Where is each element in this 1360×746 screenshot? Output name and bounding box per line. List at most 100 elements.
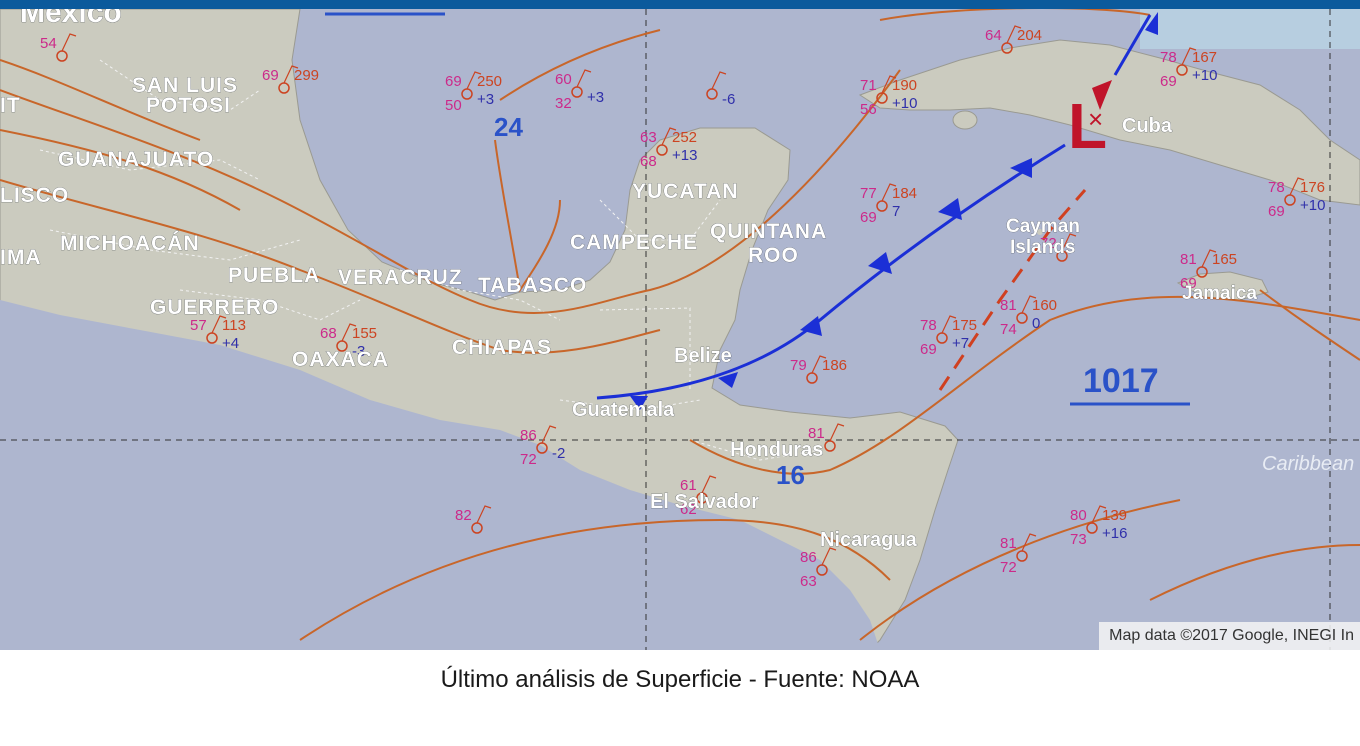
station-tendency: 0	[1032, 315, 1040, 332]
station-temperature: 71	[860, 77, 877, 94]
label-mexico: Mexico	[20, 9, 122, 29]
label-tabasco: TABASCO	[478, 274, 587, 297]
label-quintana: QUINTANA	[710, 220, 827, 243]
label-nicaragua: Nicaragua	[820, 529, 918, 551]
station-temperature: 60	[555, 71, 572, 88]
station-tendency: +4	[222, 335, 239, 352]
station-temperature: 77	[860, 185, 877, 202]
station-pressure: 250	[477, 73, 502, 90]
high-pressure-value: 1017	[1083, 362, 1159, 400]
surface-analysis-map[interactable]: L × 1017 24 16 54 69 299 60 32 +3 69 50 250 +3 -6 6…	[0, 9, 1360, 650]
isobar-label-24: 24	[494, 112, 523, 142]
label-islands: Islands	[1010, 237, 1075, 258]
station-temperature: 78	[1160, 49, 1177, 66]
label-guatemala: Guatemala	[572, 399, 675, 421]
station-temperature: 54	[40, 35, 57, 52]
label-chiapas: CHIAPAS	[452, 336, 552, 359]
station-pressure: 139	[1102, 507, 1127, 524]
label-roo: ROO	[748, 244, 799, 267]
station-tendency: +7	[952, 335, 969, 352]
label-el-salvador: El Salvador	[650, 491, 759, 513]
station-temperature: 81	[1000, 297, 1017, 314]
label-belize: Belize	[674, 345, 732, 367]
station-pressure: 190	[892, 77, 917, 94]
station-pressure: 113	[222, 317, 246, 334]
svg-text:×: ×	[1088, 104, 1103, 134]
station-tendency: +10	[892, 95, 917, 112]
label-campeche: CAMPECHE	[570, 231, 698, 254]
map-caption: Último análisis de Superficie - Fuente: …	[440, 666, 920, 693]
station-dewpoint: 72	[1000, 559, 1017, 576]
station-pressure: 186	[822, 357, 847, 374]
station-tendency: 7	[892, 203, 900, 220]
station-dewpoint: 50	[445, 97, 462, 114]
station-temperature: 63	[640, 129, 657, 146]
station-pressure: 252	[672, 129, 697, 146]
station-dewpoint: 63	[800, 573, 817, 590]
station-tendency: +3	[477, 91, 494, 108]
station-dewpoint: 69	[1160, 73, 1177, 90]
station-dewpoint: 69	[860, 209, 877, 226]
label-jalisco: LISCO	[0, 184, 69, 207]
station-dewpoint: 56	[860, 101, 877, 118]
station-pressure: 165	[1212, 251, 1237, 268]
station-dewpoint: 72	[520, 451, 537, 468]
map-canvas: L × 1017 24 16 5469 299 6032 +36950250+3 -66…	[0, 9, 1360, 650]
label-yucatan: YUCATAN	[632, 180, 739, 203]
label-oaxaca: OAXACA	[292, 348, 389, 371]
station-pressure: 299	[294, 67, 319, 84]
station-pressure: 204	[1017, 27, 1042, 44]
station-temperature: 78	[1268, 179, 1285, 196]
label-guanajuato: GUANAJUATO	[58, 148, 214, 171]
label-potosi: POTOSI	[146, 94, 231, 117]
station-pressure: 155	[352, 325, 377, 342]
station-pressure: 160	[1032, 297, 1057, 314]
station-tendency: -2	[552, 445, 565, 462]
station-pressure: 184	[892, 185, 917, 202]
station-tendency: -6	[722, 91, 735, 108]
label-honduras: Honduras	[730, 439, 823, 461]
label-cayman: Cayman	[1006, 216, 1080, 237]
station-temperature: 81	[1180, 251, 1197, 268]
label-jamaica: Jamaica	[1182, 283, 1257, 304]
station-temperature: 78	[920, 317, 937, 334]
station-dewpoint: 69	[1268, 203, 1285, 220]
label-veracruz: VERACRUZ	[338, 266, 463, 289]
station-temperature: 86	[520, 427, 537, 444]
station-temperature: 81	[1000, 535, 1017, 552]
station-dewpoint: 68	[640, 153, 657, 170]
station-tendency: +10	[1300, 197, 1325, 214]
land-isla-juventud	[952, 110, 978, 130]
station-temperature: 69	[262, 67, 279, 84]
station-dewpoint: 74	[1000, 321, 1017, 338]
low-pressure-marker: L ×	[1068, 80, 1112, 162]
station-temperature: 69	[445, 73, 462, 90]
label-it: IT	[0, 94, 21, 117]
station-tendency: +13	[672, 147, 697, 164]
label-michoacan: MICHOACÁN	[60, 232, 200, 255]
label-puebla: PUEBLA	[228, 264, 320, 287]
station-temperature: 86	[800, 549, 817, 566]
label-caribbean: Caribbean	[1262, 453, 1354, 475]
station-tendency: +16	[1102, 525, 1127, 542]
map-attribution[interactable]: Map data ©2017 Google, INEGI In	[1099, 622, 1360, 650]
station-dewpoint: 73	[1070, 531, 1087, 548]
station-temperature: 79	[790, 357, 807, 374]
label-colima: IMA	[0, 246, 42, 269]
top-bar	[0, 0, 1360, 9]
station-temperature: 80	[1070, 507, 1087, 524]
station-temperature: 57	[190, 317, 207, 334]
isobar-label-16: 16	[776, 460, 805, 490]
station-temperature: 68	[320, 325, 337, 342]
station-tendency: +3	[587, 89, 604, 106]
station-pressure: 167	[1192, 49, 1217, 66]
label-guerrero: GUERRERO	[150, 296, 279, 319]
shallow-sea	[1140, 9, 1360, 49]
station-temperature: 64	[985, 27, 1002, 44]
station-pressure: 175	[952, 317, 977, 334]
label-cuba: Cuba	[1122, 115, 1173, 137]
station-dewpoint: 69	[920, 341, 937, 358]
station-dewpoint: 32	[555, 95, 572, 112]
station-temperature: 82	[455, 507, 472, 524]
station-pressure: 176	[1300, 179, 1325, 196]
